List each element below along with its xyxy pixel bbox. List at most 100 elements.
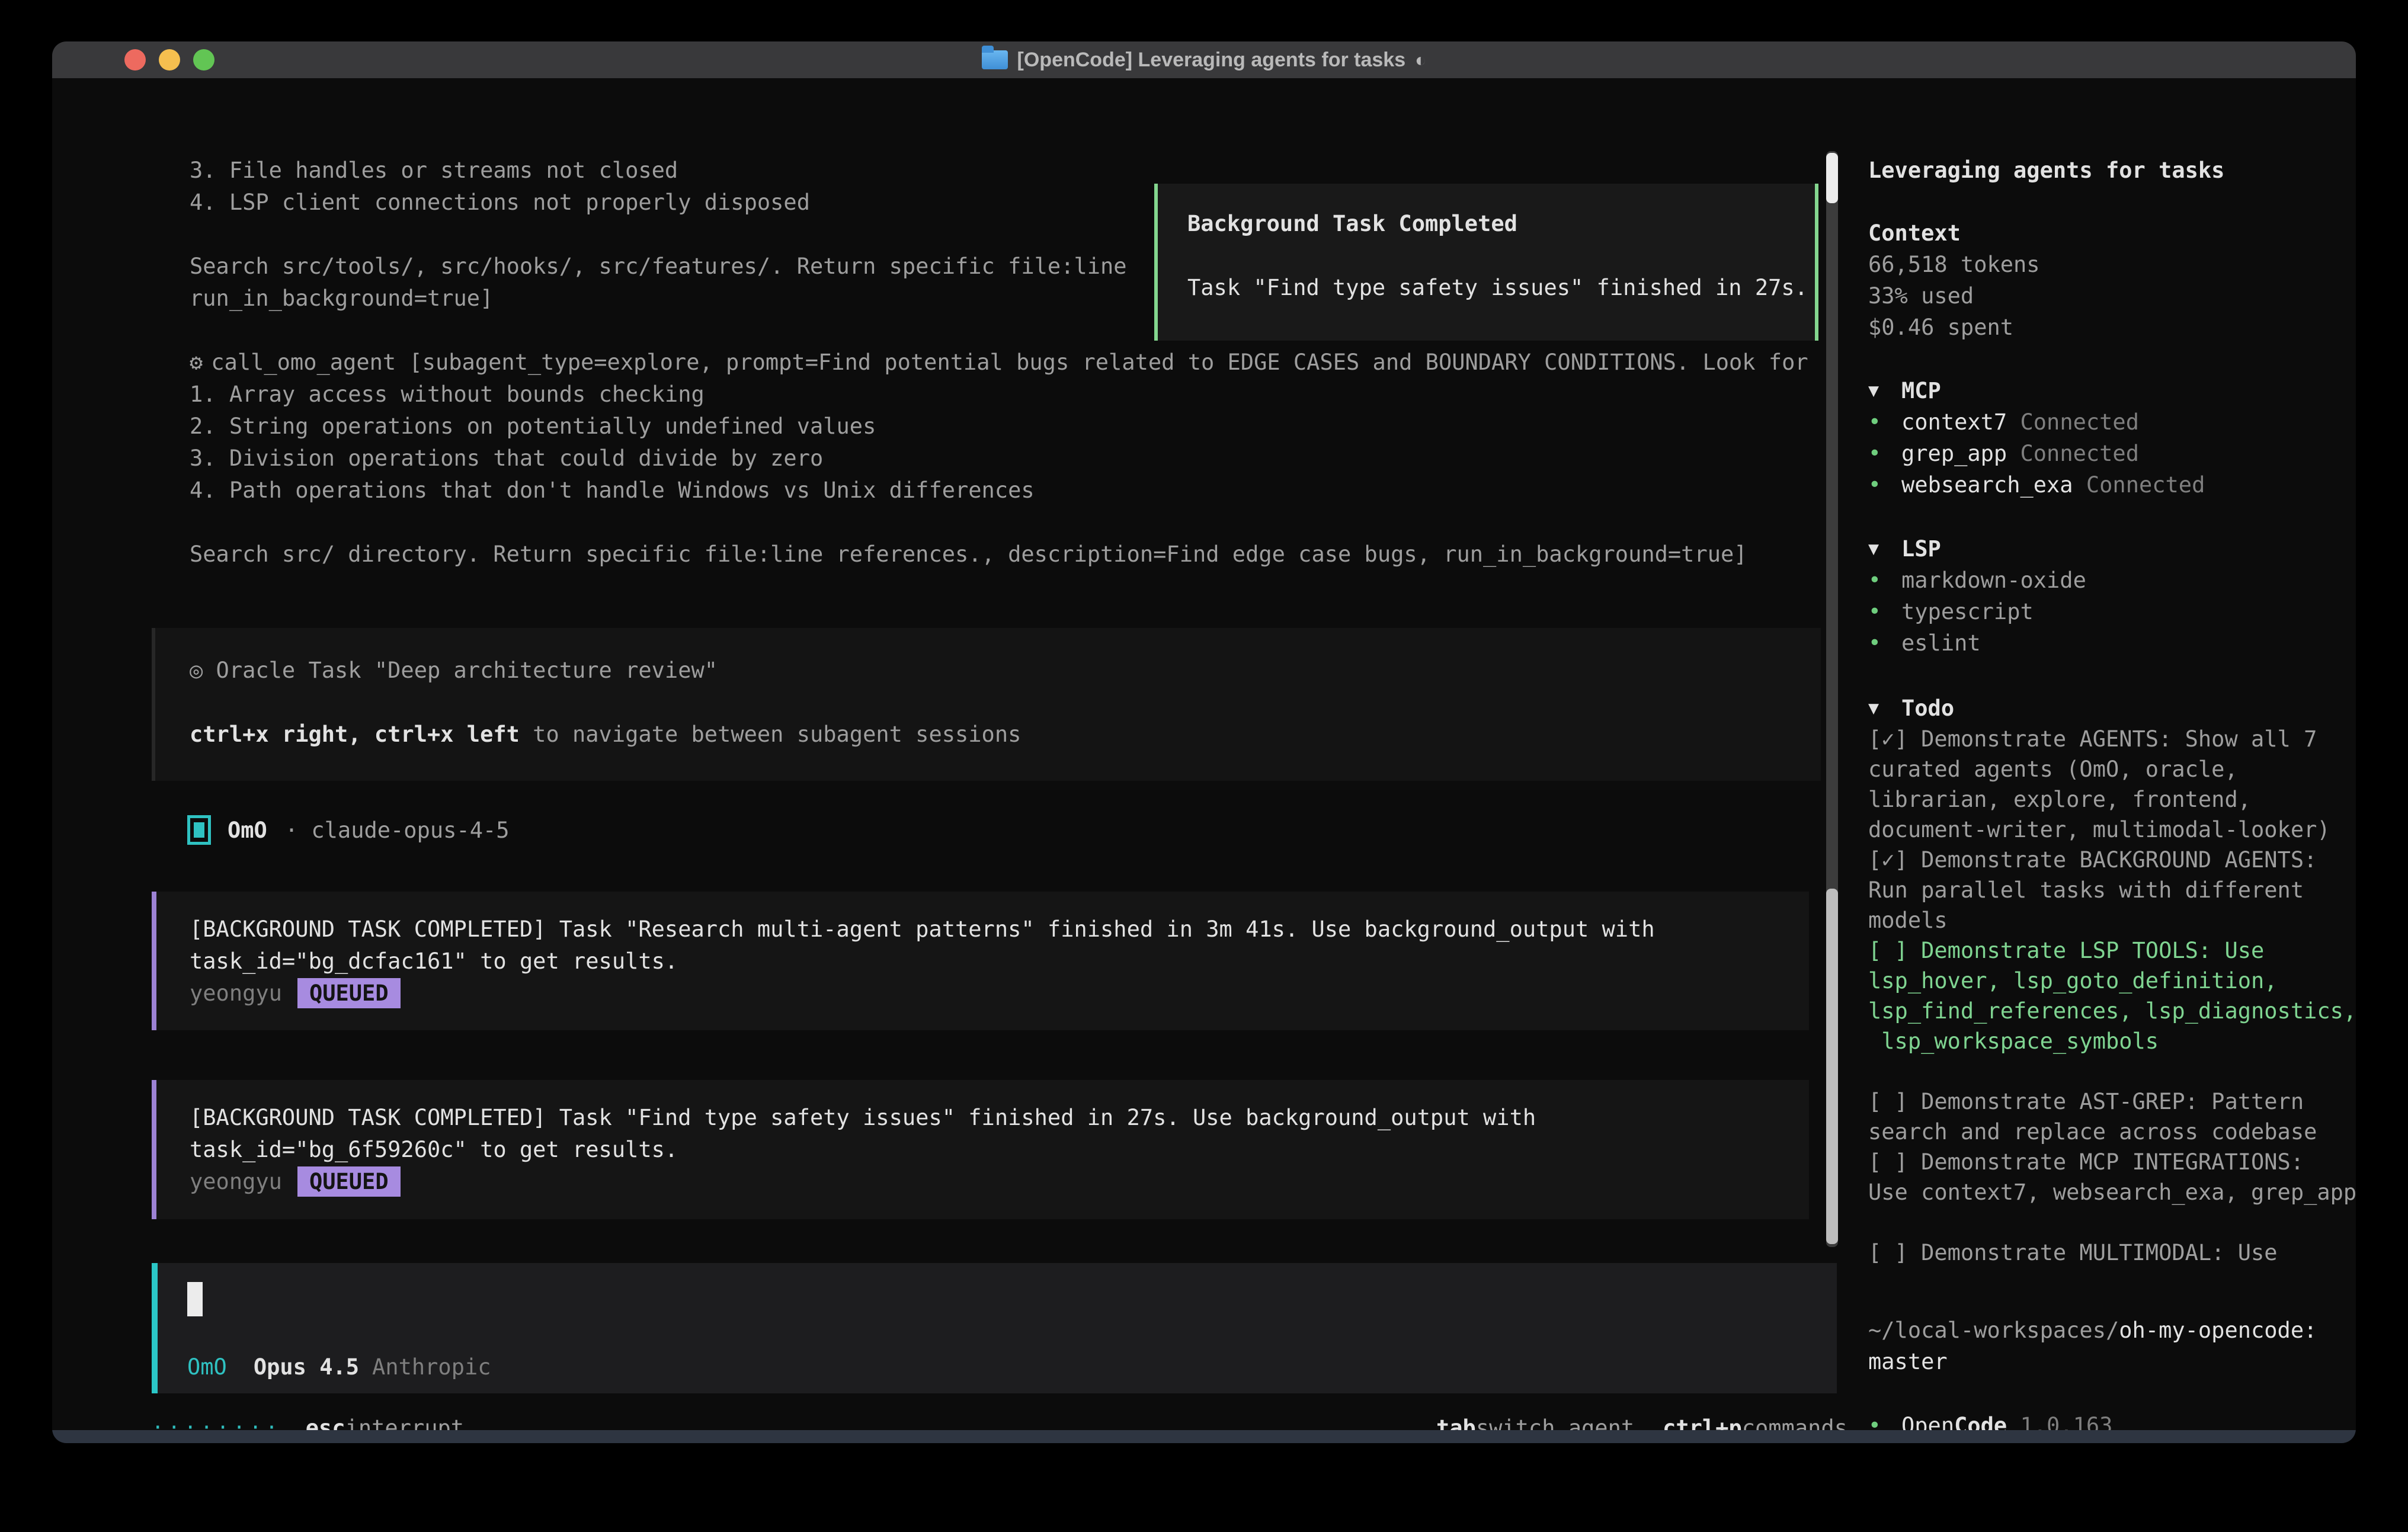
sidebar-session-title: Leveraging agents for tasks <box>1868 154 2224 186</box>
path-repo: oh-my-opencode: <box>2119 1318 2317 1343</box>
traffic-lights <box>52 41 214 78</box>
main-scrollbar-top-thumb[interactable] <box>1826 153 1838 203</box>
sidebar-context-section: Context 66,518 tokens 33% used $0.46 spe… <box>1868 217 2040 343</box>
background-task-toast: Background Task Completed Task "Find typ… <box>1154 184 1818 341</box>
collapse-triangle-icon[interactable]: ▼ <box>1868 380 1901 401</box>
status-badge: QUEUED <box>297 1166 401 1197</box>
todo-item-done: [✓] Demonstrate AGENTS: Show all 7 <box>1868 724 2356 754</box>
terminal-window: [OpenCode] Leveraging agents for tasks ◐… <box>52 41 2356 1443</box>
todo-section-header: ▼Todo <box>1868 692 1954 724</box>
tool-call-line: ⚙ call_omo_agent [subagent_type=explore, … <box>190 346 1825 378</box>
hint-text: to navigate between subagent sessions <box>520 722 1021 747</box>
task-result-block: [BACKGROUND TASK COMPLETED] Task "Find t… <box>152 1080 1809 1219</box>
scrollback-line <box>190 506 1825 538</box>
context-tokens: 66,518 tokens <box>1868 249 2040 280</box>
session-header: OmO · claude-opus-4-5 <box>187 814 510 846</box>
task-result-meta: yeongyu QUEUED <box>190 1165 1809 1197</box>
collapse-triangle-icon[interactable]: ▼ <box>1868 698 1901 719</box>
oracle-hint-line: ctrl+x right, ctrl+x left to navigate be… <box>190 718 1821 750</box>
window-bottom-edge <box>52 1430 2356 1443</box>
context-heading: Context <box>1868 217 2040 249</box>
todo-item-active: lsp_workspace_symbols <box>1868 1026 2356 1056</box>
gear-icon: ⚙ <box>190 350 203 375</box>
oracle-icon: ◎ <box>190 658 203 683</box>
scrollback-line: 1. Array access without bounds checking <box>190 378 1825 410</box>
moon-phase-icon: ◐ <box>1415 49 1426 71</box>
todo-heading: Todo <box>1901 696 1954 721</box>
todo-item-text: search and replace across codebase <box>1868 1117 2356 1147</box>
input-provider-name: Anthropic <box>372 1354 491 1380</box>
todo-item-text: librarian, explore, frontend, <box>1868 784 2356 815</box>
context-used: 33% used <box>1868 280 2040 312</box>
todo-item-text: document-writer, multimodal-looker) <box>1868 815 2356 845</box>
mcp-section-header: ▼MCP <box>1868 375 2205 406</box>
status-dot-icon: • <box>1868 410 1901 434</box>
status-badge: QUEUED <box>297 978 401 1008</box>
main-scrollbar-thumb[interactable] <box>1826 889 1838 1244</box>
input-agent-row: OmO Opus 4.5 Anthropic <box>187 1351 491 1383</box>
todo-item-text: curated agents (OmO, oracle, <box>1868 754 2356 784</box>
prompt-input[interactable]: OmO Opus 4.5 Anthropic <box>152 1263 1837 1393</box>
task-result-line1: [BACKGROUND TASK COMPLETED] Task "Resear… <box>190 913 1809 945</box>
collapse-triangle-icon[interactable]: ▼ <box>1868 539 1901 559</box>
close-window-button[interactable] <box>124 49 146 70</box>
todo-item-text: Run parallel tasks with different <box>1868 875 2356 905</box>
zoom-window-button[interactable] <box>193 49 214 70</box>
scrollback-line: 3. File handles or streams not closed <box>190 154 1825 186</box>
input-model-name[interactable]: Opus 4.5 <box>254 1354 359 1380</box>
todo-item-pending: [ ] Demonstrate AST-GREP: Pattern <box>1868 1086 2356 1117</box>
scrollback-line: 2. String operations on potentially unde… <box>190 410 1825 442</box>
todo-item-active: lsp_find_references, lsp_diagnostics, <box>1868 996 2356 1026</box>
lsp-heading: LSP <box>1901 536 1941 562</box>
scrollback-line: 4. Path operations that don't handle Win… <box>190 474 1825 506</box>
oracle-task-line: ◎ Oracle Task "Deep architecture review" <box>190 654 1821 686</box>
task-result-block: [BACKGROUND TASK COMPLETED] Task "Resear… <box>152 892 1809 1030</box>
window-title: [OpenCode] Leveraging agents for tasks <box>1017 49 1406 72</box>
git-branch: master <box>1868 1346 2317 1377</box>
author-name: yeongyu <box>190 980 282 1006</box>
folder-icon <box>982 50 1008 69</box>
agent-name: OmO <box>228 818 267 843</box>
lsp-item: •eslint <box>1868 627 2086 659</box>
todo-item-done: [✓] Demonstrate BACKGROUND AGENTS: <box>1868 845 2356 875</box>
lsp-item: •markdown-oxide <box>1868 565 2086 596</box>
scrollback-line: Search src/ directory. Return specific f… <box>190 538 1825 570</box>
todo-item-active: lsp_hover, lsp_goto_definition, <box>1868 966 2356 996</box>
status-dot-icon: • <box>1868 441 1901 466</box>
status-dot-icon: • <box>1868 600 1901 624</box>
mcp-heading: MCP <box>1901 378 1941 403</box>
status-dot-icon: • <box>1868 631 1901 655</box>
status-dot-icon: • <box>1868 473 1901 497</box>
todo-list: [✓] Demonstrate AGENTS: Show all 7 curat… <box>1868 724 2356 1268</box>
sidebar-lsp-section: ▼LSP •markdown-oxide •typescript •eslint <box>1868 533 2086 659</box>
minimize-window-button[interactable] <box>159 49 180 70</box>
scrollback-line: 3. Division operations that could divide… <box>190 442 1825 474</box>
lsp-section-header: ▼LSP <box>1868 533 2086 565</box>
mcp-item: •context7 Connected <box>1868 406 2205 438</box>
tool-call-text: call_omo_agent [subagent_type=explore, p… <box>211 350 1808 375</box>
text-cursor <box>187 1282 203 1316</box>
status-dot-icon: • <box>1868 568 1901 592</box>
keybind-text: ctrl+x right, ctrl+x left <box>190 722 520 747</box>
todo-item-pending: [ ] Demonstrate MULTIMODAL: Use <box>1868 1238 2356 1268</box>
workspace-path: ~/local-workspaces/oh-my-opencode: maste… <box>1868 1315 2317 1377</box>
task-result-line2: task_id="bg_dcfac161" to get results. <box>190 945 1809 977</box>
mcp-item: •websearch_exa Connected <box>1868 469 2205 501</box>
mcp-item: •grep_app Connected <box>1868 438 2205 469</box>
task-result-line2: task_id="bg_6f59260c" to get results. <box>190 1133 1809 1165</box>
context-spent: $0.46 spent <box>1868 312 2040 343</box>
sidebar-mcp-section: ▼MCP •context7 Connected •grep_app Conne… <box>1868 375 2205 501</box>
todo-item-pending: [ ] Demonstrate MCP INTEGRATIONS: <box>1868 1147 2356 1177</box>
oracle-task-box: ◎ Oracle Task "Deep architecture review"… <box>152 628 1821 781</box>
lsp-item: •typescript <box>1868 596 2086 627</box>
author-name: yeongyu <box>190 1169 282 1194</box>
agent-square-icon <box>187 815 211 845</box>
toast-body: Task "Find type safety issues" finished … <box>1187 271 1815 303</box>
task-result-line1: [BACKGROUND TASK COMPLETED] Task "Find t… <box>190 1101 1809 1133</box>
main-scrollbar[interactable] <box>1826 151 1838 1247</box>
path-prefix: ~/local-workspaces/ <box>1868 1318 2119 1343</box>
session-model: · claude-opus-4-5 <box>285 818 510 843</box>
input-agent-name: OmO <box>187 1354 227 1380</box>
toast-title: Background Task Completed <box>1187 207 1815 239</box>
todo-item-active: [ ] Demonstrate LSP TOOLS: Use <box>1868 935 2356 966</box>
